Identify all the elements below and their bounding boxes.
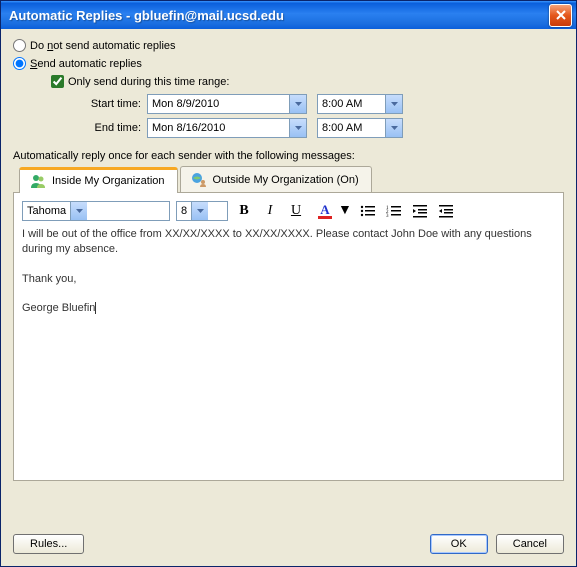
formatting-toolbar: Tahoma 8 B I U A ▼ 123	[22, 201, 555, 221]
section-label: Automatically reply once for each sender…	[13, 150, 564, 162]
ok-button[interactable]: OK	[430, 534, 488, 554]
checkbox-only-range[interactable]: Only send during this time range:	[51, 75, 564, 88]
message-line: George Bluefin	[22, 301, 555, 316]
dialog-content: Do not send automatic replies Send autom…	[1, 29, 576, 566]
increase-indent-button[interactable]	[436, 201, 456, 221]
start-time-row: Start time: Mon 8/9/2010 8:00 AM	[51, 94, 564, 114]
window-title: Automatic Replies - gbluefin@mail.ucsd.e…	[9, 8, 549, 23]
automatic-replies-dialog: Automatic Replies - gbluefin@mail.ucsd.e…	[0, 0, 577, 567]
people-icon	[30, 173, 46, 189]
radio-dont-send[interactable]: Do not send automatic replies	[13, 39, 564, 52]
message-line: Thank you,	[22, 272, 555, 287]
svg-text:3: 3	[386, 214, 389, 218]
chevron-down-icon	[191, 202, 208, 220]
decrease-indent-button[interactable]	[410, 201, 430, 221]
text-cursor	[95, 302, 96, 314]
globe-people-icon	[191, 172, 207, 188]
radio-send[interactable]: Send automatic replies	[13, 57, 564, 70]
rules-button[interactable]: RRules...ules...	[13, 534, 84, 554]
button-bar: RRules...ules... OK Cancel	[13, 534, 564, 554]
font-select[interactable]: Tahoma	[22, 201, 170, 221]
message-textarea[interactable]: I will be out of the office from XX/XX/X…	[22, 227, 555, 316]
bold-button[interactable]: B	[234, 201, 254, 221]
chevron-down-icon	[289, 119, 306, 137]
editor-panel: Tahoma 8 B I U A ▼ 123	[13, 193, 564, 481]
chevron-down-icon	[385, 119, 402, 137]
chevron-down-icon	[385, 95, 402, 113]
end-time-row: End time: Mon 8/16/2010 8:00 AM	[51, 118, 564, 138]
cancel-button[interactable]: Cancel	[496, 534, 564, 554]
numbered-list-button[interactable]: 123	[384, 201, 404, 221]
start-time-select[interactable]: 8:00 AM	[317, 94, 403, 114]
end-time-select[interactable]: 8:00 AM	[317, 118, 403, 138]
italic-button[interactable]: I	[260, 201, 280, 221]
chevron-down-icon	[70, 202, 87, 220]
radio-send-input[interactable]	[13, 57, 26, 70]
message-line: I will be out of the office from XX/XX/X…	[22, 227, 555, 257]
radio-dont-send-input[interactable]	[13, 39, 26, 52]
start-date-select[interactable]: Mon 8/9/2010	[147, 94, 307, 114]
chevron-down-icon	[289, 95, 306, 113]
tab-outside-org[interactable]: Outside My Organization (On)	[180, 166, 372, 192]
bulleted-list-button[interactable]	[358, 201, 378, 221]
underline-button[interactable]: U	[286, 201, 306, 221]
title-bar: Automatic Replies - gbluefin@mail.ucsd.e…	[1, 1, 576, 29]
font-color-button[interactable]: A ▼	[312, 201, 352, 221]
close-button[interactable]	[549, 4, 572, 27]
start-time-label: Start time:	[51, 98, 141, 110]
end-date-select[interactable]: Mon 8/16/2010	[147, 118, 307, 138]
checkbox-only-range-input[interactable]	[51, 75, 64, 88]
end-time-label: End time:	[51, 122, 141, 134]
chevron-down-icon: ▼	[338, 203, 352, 219]
tabs: Inside My Organization Outside My Organi…	[13, 166, 564, 193]
font-size-select[interactable]: 8	[176, 201, 228, 221]
tab-inside-org[interactable]: Inside My Organization	[19, 167, 178, 193]
